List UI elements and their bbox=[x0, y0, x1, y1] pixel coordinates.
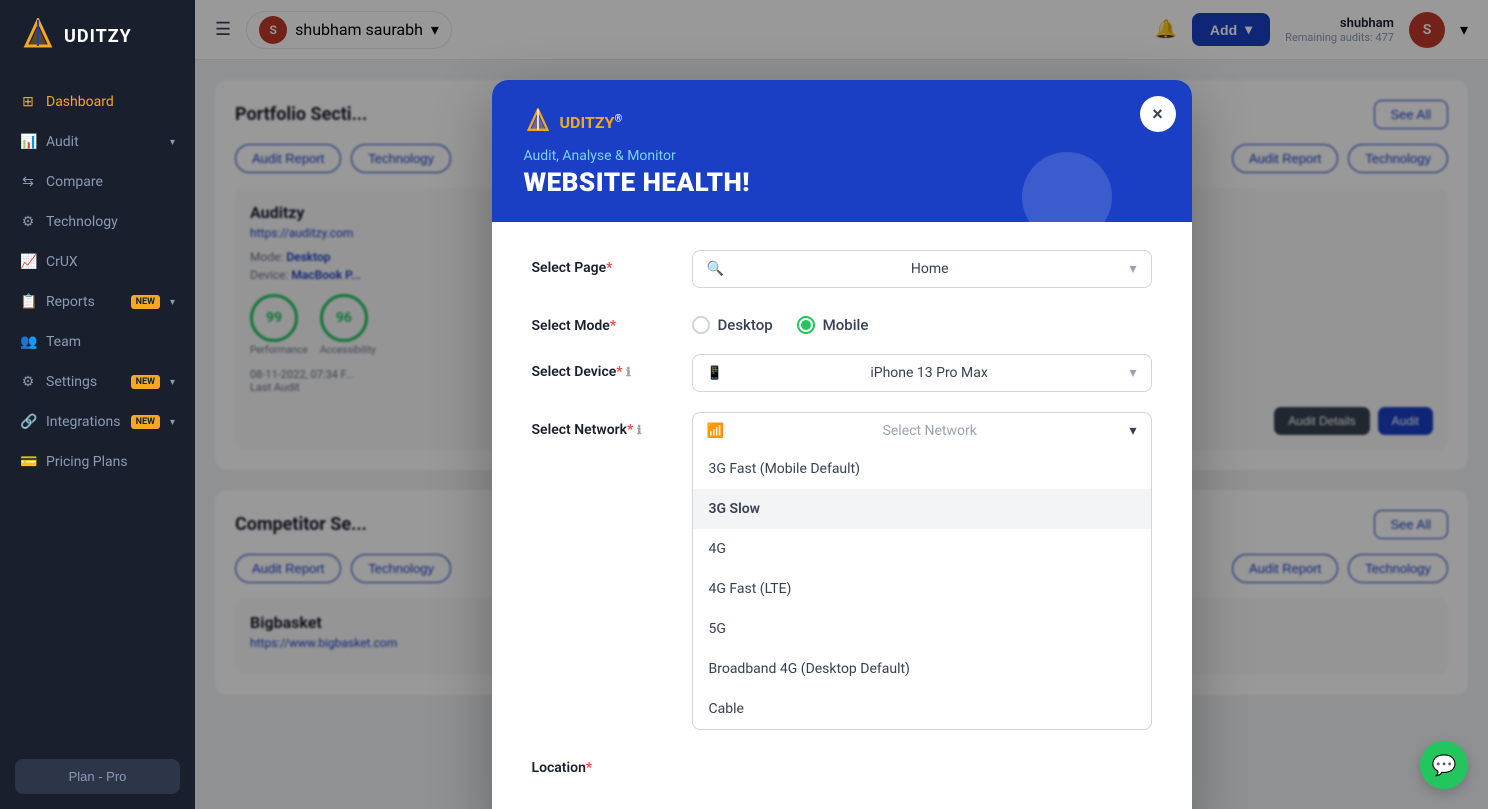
modal-overlay: UDITZY® Audit, Analyse & Monitor WEBSITE… bbox=[195, 0, 1488, 809]
select-device-row: Select Device* ℹ 📱 iPhone 13 Pro Max ▾ bbox=[532, 354, 1152, 392]
sidebar: UDITZY ⊞ Dashboard 📊 Audit ▾ ⇆ Compare ⚙… bbox=[0, 0, 195, 809]
sidebar-item-label: Settings bbox=[46, 374, 121, 390]
network-option-cable[interactable]: Cable bbox=[693, 689, 1151, 729]
chevron-down-icon: ▾ bbox=[1129, 261, 1136, 277]
plan-button[interactable]: Plan - Pro bbox=[15, 759, 180, 794]
sidebar-item-label: Audit bbox=[46, 134, 160, 150]
select-mode-row: Select Mode* Desktop Mobile bbox=[532, 308, 1152, 334]
new-badge: NEW bbox=[131, 295, 160, 309]
team-icon: 👥 bbox=[20, 334, 36, 350]
settings-icon: ⚙ bbox=[20, 374, 36, 390]
integrations-icon: 🔗 bbox=[20, 414, 36, 430]
network-option-broadband[interactable]: Broadband 4G (Desktop Default) bbox=[693, 649, 1151, 689]
dashboard-icon: ⊞ bbox=[20, 94, 36, 110]
select-device-label: Select Device* ℹ bbox=[532, 354, 672, 380]
chevron-down-icon: ▾ bbox=[170, 297, 175, 308]
mode-radio-group: Desktop Mobile bbox=[692, 308, 1152, 334]
desktop-label: Desktop bbox=[718, 316, 773, 334]
mobile-label: Mobile bbox=[823, 316, 869, 334]
chevron-down-icon: ▾ bbox=[170, 417, 175, 428]
select-network-row: Select Network* ℹ 📶 Select Network ▾ 3G … bbox=[532, 412, 1152, 730]
network-dropdown-list: 3G Fast (Mobile Default) 3G Slow 4G 4G F… bbox=[692, 449, 1152, 730]
audit-icon: 📊 bbox=[20, 134, 36, 150]
mode-desktop-option[interactable]: Desktop bbox=[692, 316, 773, 334]
crux-icon: 📈 bbox=[20, 254, 36, 270]
select-device-field[interactable]: 📱 iPhone 13 Pro Max ▾ bbox=[692, 354, 1152, 392]
sidebar-item-label: Compare bbox=[46, 174, 175, 190]
sidebar-item-label: Integrations bbox=[46, 414, 121, 430]
sidebar-navigation: ⊞ Dashboard 📊 Audit ▾ ⇆ Compare ⚙ Techno… bbox=[0, 72, 195, 744]
select-network-control: 📶 Select Network ▾ 3G Fast (Mobile Defau… bbox=[692, 412, 1152, 730]
sidebar-item-settings[interactable]: ⚙ Settings NEW ▾ bbox=[0, 362, 195, 402]
network-option-3g-fast[interactable]: 3G Fast (Mobile Default) bbox=[693, 449, 1151, 489]
sidebar-item-label: Reports bbox=[46, 294, 121, 310]
audit-modal: UDITZY® Audit, Analyse & Monitor WEBSITE… bbox=[492, 80, 1192, 809]
select-page-row: Select Page* 🔍 Home ▾ bbox=[532, 250, 1152, 288]
pricing-icon: 💳 bbox=[20, 454, 36, 470]
new-badge: NEW bbox=[131, 415, 160, 429]
chevron-down-icon: ▾ bbox=[170, 377, 175, 388]
sidebar-item-crux[interactable]: 📈 CrUX bbox=[0, 242, 195, 282]
chevron-down-icon: ▾ bbox=[1129, 423, 1136, 439]
select-device-value: iPhone 13 Pro Max bbox=[870, 365, 987, 381]
main-content: ☰ S shubham saurabh ▾ 🔔 Add ▾ shubham Re… bbox=[195, 0, 1488, 809]
chevron-down-icon: ▾ bbox=[1129, 365, 1136, 381]
sidebar-item-label: Dashboard bbox=[46, 94, 175, 110]
sidebar-item-dashboard[interactable]: ⊞ Dashboard bbox=[0, 82, 195, 122]
logo-text: UDITZY bbox=[64, 26, 132, 47]
select-page-control: 🔍 Home ▾ bbox=[692, 250, 1152, 288]
network-option-5g[interactable]: 5G bbox=[693, 609, 1151, 649]
device-info-icon[interactable]: ℹ bbox=[626, 365, 631, 379]
location-row: Location* bbox=[532, 750, 1152, 776]
chat-bubble-button[interactable]: 💬 bbox=[1420, 741, 1468, 789]
reports-icon: 📋 bbox=[20, 294, 36, 310]
mobile-radio[interactable] bbox=[797, 316, 815, 334]
chat-icon: 💬 bbox=[1432, 753, 1457, 777]
location-label: Location* bbox=[532, 750, 672, 776]
new-badge: NEW bbox=[131, 375, 160, 389]
select-device-control: 📱 iPhone 13 Pro Max ▾ bbox=[692, 354, 1152, 392]
sidebar-item-audit[interactable]: 📊 Audit ▾ bbox=[0, 122, 195, 162]
desktop-radio[interactable] bbox=[692, 316, 710, 334]
wifi-icon: 📶 bbox=[707, 423, 724, 439]
select-mode-label: Select Mode* bbox=[532, 308, 672, 334]
auditzy-logo-icon bbox=[20, 18, 56, 54]
sidebar-item-compare[interactable]: ⇆ Compare bbox=[0, 162, 195, 202]
compare-icon: ⇆ bbox=[20, 174, 36, 190]
sidebar-item-label: Team bbox=[46, 334, 175, 350]
sidebar-bottom: Plan - Pro bbox=[0, 744, 195, 809]
device-icon: 📱 bbox=[707, 366, 723, 381]
network-option-4g[interactable]: 4G bbox=[693, 529, 1151, 569]
sidebar-item-team[interactable]: 👥 Team bbox=[0, 322, 195, 362]
sidebar-item-integrations[interactable]: 🔗 Integrations NEW ▾ bbox=[0, 402, 195, 442]
modal-decoration bbox=[1022, 152, 1112, 242]
sidebar-item-reports[interactable]: 📋 Reports NEW ▾ bbox=[0, 282, 195, 322]
sidebar-logo: UDITZY bbox=[0, 0, 195, 72]
sidebar-item-label: Pricing Plans bbox=[46, 454, 175, 470]
search-icon: 🔍 bbox=[707, 261, 724, 277]
network-placeholder: Select Network bbox=[883, 423, 977, 439]
technology-icon: ⚙ bbox=[20, 214, 36, 230]
sidebar-item-pricing[interactable]: 💳 Pricing Plans bbox=[0, 442, 195, 482]
modal-close-button[interactable]: × bbox=[1140, 96, 1176, 132]
sidebar-item-label: Technology bbox=[46, 214, 175, 230]
network-info-icon[interactable]: ℹ bbox=[637, 423, 642, 437]
select-network-field[interactable]: 📶 Select Network ▾ bbox=[692, 412, 1152, 449]
sidebar-item-technology[interactable]: ⚙ Technology bbox=[0, 202, 195, 242]
select-page-value: Home bbox=[911, 261, 949, 277]
network-option-3g-slow[interactable]: 3G Slow bbox=[693, 489, 1151, 529]
network-option-4g-lte[interactable]: 4G Fast (LTE) bbox=[693, 569, 1151, 609]
select-page-label: Select Page* bbox=[532, 250, 672, 276]
modal-logo: UDITZY® bbox=[524, 108, 1160, 136]
select-page-field[interactable]: 🔍 Home ▾ bbox=[692, 250, 1152, 288]
modal-header: UDITZY® Audit, Analyse & Monitor WEBSITE… bbox=[492, 80, 1192, 222]
chevron-down-icon: ▾ bbox=[170, 137, 175, 148]
sidebar-item-label: CrUX bbox=[46, 254, 175, 270]
select-network-label: Select Network* ℹ bbox=[532, 412, 672, 438]
modal-logo-icon bbox=[524, 108, 552, 136]
modal-logo-text: UDITZY® bbox=[560, 113, 623, 132]
select-mode-control: Desktop Mobile bbox=[692, 308, 1152, 334]
mode-mobile-option[interactable]: Mobile bbox=[797, 316, 869, 334]
modal-body: Select Page* 🔍 Home ▾ Select Mode* bbox=[492, 222, 1192, 809]
